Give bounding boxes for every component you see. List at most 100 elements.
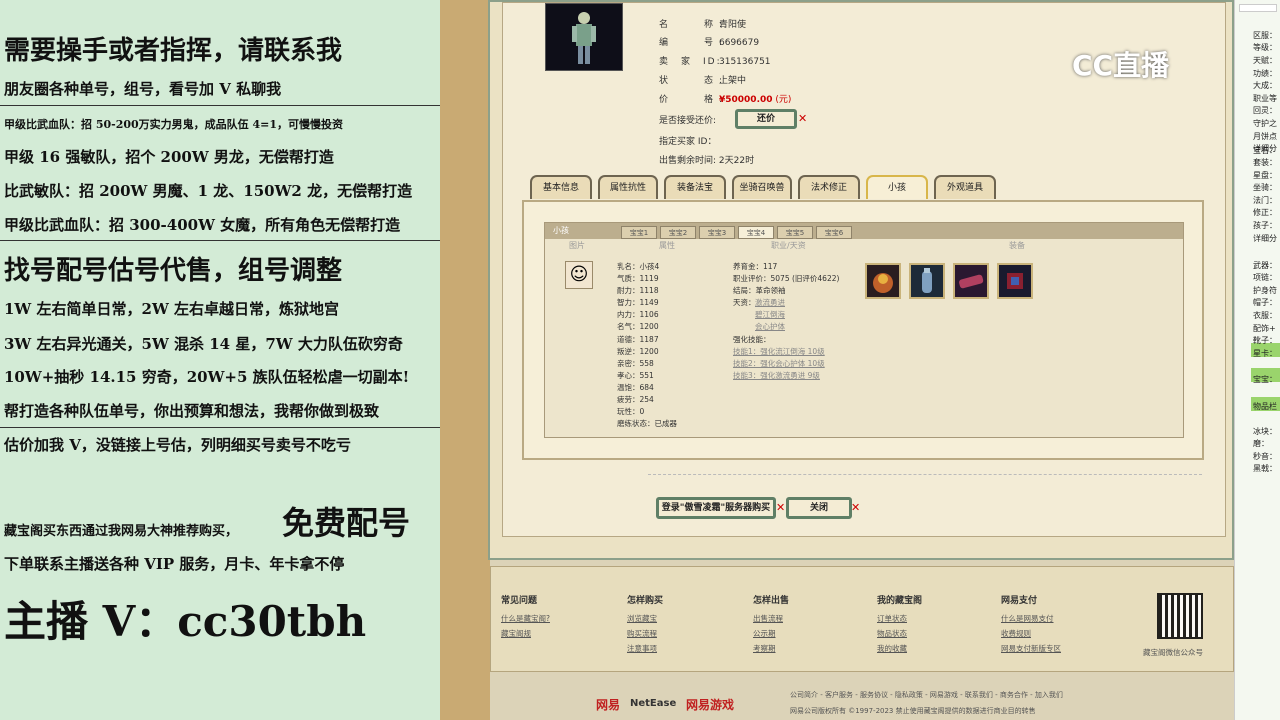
- notes-label: 配饰+: [1253, 324, 1276, 333]
- notes-label: 大成：: [1253, 81, 1277, 90]
- footer-link[interactable]: 浏览藏宝: [627, 613, 657, 624]
- equipment-slot-2[interactable]: [909, 263, 945, 299]
- overlay-line: 需要操手或者指挥，请联系我: [4, 36, 343, 66]
- job-score: 职业评价：5075 (旧评价4622): [733, 274, 840, 283]
- tab-baby-6[interactable]: 宝宝6: [816, 226, 852, 239]
- notes-label: 回灵：: [1253, 106, 1277, 115]
- notes-label: 物品栏: [1253, 402, 1277, 411]
- netease-text: NetEase: [630, 698, 677, 709]
- footer-link[interactable]: 出售流程: [753, 613, 783, 624]
- close-button[interactable]: 关闭: [786, 497, 852, 519]
- notes-label: 套装：: [1253, 158, 1277, 167]
- overlay-line: 比武敏队：招 200W 男魔、1 龙、150W2 龙，无偿帮打造: [4, 182, 413, 200]
- notes-label: 月饼点: [1253, 132, 1277, 141]
- notes-panel: 区服： 等级： 天赋： 功绩： 大成： 职业等 回灵： 守护之 月饼点 详细分 宝石： 套装： 星盘： 坐…: [1234, 0, 1280, 720]
- site-footer: 常见问题 什么是藏宝阁? 藏宝阁规 怎样购买 浏览藏宝 购买流程 注意事项 怎样…: [490, 566, 1234, 672]
- tab-baby-2[interactable]: 宝宝2: [660, 226, 696, 239]
- stat-line: 乳名：小孩4: [617, 262, 660, 271]
- equipment-slot-1[interactable]: [865, 263, 901, 299]
- bargain-label: 是否接受还价:: [659, 116, 717, 126]
- price-label: 价 格:: [659, 95, 729, 105]
- tab-baby-4[interactable]: 宝宝4: [738, 226, 774, 239]
- footer-link[interactable]: 什么是网易支付: [1001, 613, 1054, 624]
- notes-label: 等级：: [1253, 43, 1277, 52]
- login-buy-button[interactable]: 登录"傲雪凌霜"服务器购买: [656, 497, 776, 519]
- overlay-line: 1W 左右简单日常，2W 左右卓越日常，炼狱地宫: [4, 300, 340, 318]
- character-portrait: [545, 3, 623, 71]
- footer-link[interactable]: 订单状态: [877, 613, 907, 624]
- footer-link[interactable]: 物品状态: [877, 628, 907, 639]
- notes-label: 帽子：: [1253, 298, 1277, 307]
- close-icon: ✕: [776, 501, 786, 514]
- skill-link[interactable]: 技能2：强化会心护体 10级: [733, 358, 825, 369]
- notes-label: 区服：: [1253, 31, 1277, 40]
- stat-line: 道德：1187: [617, 335, 659, 344]
- footer-link[interactable]: 我的收藏: [877, 643, 907, 654]
- overlay-line: 3W 左右异光通关，5W 混杀 14 星，7W 大力队伍砍穷奇: [4, 335, 403, 353]
- footer-link[interactable]: 购买流程: [627, 628, 657, 639]
- footer-link[interactable]: 藏宝阁规: [501, 628, 531, 639]
- footer-link[interactable]: 什么是藏宝阁?: [501, 613, 550, 624]
- footer-heading: 怎样购买: [627, 596, 664, 606]
- skill-link[interactable]: 技能3：强化激流勇进 9级: [733, 370, 820, 381]
- talent-link[interactable]: 会心护体: [755, 321, 785, 332]
- equipment-slot-4[interactable]: [997, 263, 1033, 299]
- footer-link[interactable]: 公示期: [753, 628, 776, 639]
- overlay-line: 甲级 16 强敏队，招个 200W 男龙，无偿帮打造: [4, 148, 334, 166]
- notes-label: 功绩：: [1253, 69, 1277, 78]
- tab-baby-1[interactable]: 宝宝1: [621, 226, 657, 239]
- notes-label: 黑戟：: [1253, 464, 1277, 473]
- stat-line: 磨练状态：已成器: [617, 419, 677, 428]
- stat-line: 名气：1200: [617, 322, 659, 331]
- notes-label: 衣服：: [1253, 311, 1277, 320]
- stat-line: 玩性：0: [617, 407, 645, 416]
- close-icon: ✕: [851, 501, 861, 514]
- tab-baby-5[interactable]: 宝宝5: [777, 226, 813, 239]
- top-bar: [1239, 4, 1277, 12]
- stat-line: 气质：1119: [617, 274, 659, 283]
- footer-heading: 怎样出售: [753, 596, 790, 606]
- footer-links[interactable]: 公司简介 - 客户服务 - 服务协议 - 隐私政策 - 网易游戏 - 联系我们 …: [790, 690, 1063, 700]
- raise-money: 养育金：117: [733, 262, 778, 271]
- notes-label: 修正：: [1253, 208, 1277, 217]
- child-avatar: ☺: [565, 261, 593, 289]
- tab-appearance[interactable]: 外观道具: [934, 175, 996, 199]
- page-background: [440, 0, 490, 720]
- skill-label: 强化技能：: [733, 335, 771, 344]
- tab-basic-info[interactable]: 基本信息: [530, 175, 592, 199]
- skill-link[interactable]: 技能1：强化流江倒海 10级: [733, 346, 825, 357]
- qr-code: [1157, 593, 1203, 639]
- notes-label: 项链：: [1253, 273, 1277, 282]
- tab-attributes[interactable]: 属性抗性: [598, 175, 658, 199]
- seller-label: 卖 家 ID:: [659, 57, 722, 67]
- footer-heading: 网易支付: [1001, 596, 1038, 606]
- bargain-button[interactable]: 还价: [735, 109, 797, 129]
- equipment-slot-3[interactable]: [953, 263, 989, 299]
- footer-heading: 常见问题: [501, 596, 538, 606]
- footer-link[interactable]: 考察期: [753, 643, 776, 654]
- footer-link[interactable]: 网易支付新版专区: [1001, 643, 1061, 654]
- overlay-line: 朋友圈各种单号，组号，看号加 V 私聊我: [4, 80, 282, 98]
- notes-label: 宝石：: [1253, 146, 1277, 155]
- divider: [648, 474, 1202, 475]
- seller-id: 315136751: [719, 57, 771, 67]
- footer-link[interactable]: 注意事项: [627, 643, 657, 654]
- overlay-line: 免费配号: [282, 504, 411, 542]
- overlay-line: 下单联系主播送各种 VIP 服务，月卡、年卡拿不停: [4, 555, 345, 573]
- notes-label: 孩子：: [1253, 221, 1277, 230]
- tab-spell-correction[interactable]: 法术修正: [798, 175, 860, 199]
- qr-caption: 藏宝阁微信公众号: [1143, 648, 1203, 657]
- stat-line: 内力：1106: [617, 310, 659, 319]
- stat-line: 孝心：551: [617, 371, 654, 380]
- item-id: 6696679: [719, 38, 760, 48]
- tab-baby-3[interactable]: 宝宝3: [699, 226, 735, 239]
- tab-mounts-pets[interactable]: 坐骑召唤兽: [732, 175, 792, 199]
- talent-link[interactable]: 激流勇进: [755, 297, 785, 308]
- talent-link[interactable]: 碧江倒海: [755, 309, 785, 320]
- tab-children[interactable]: 小孩: [866, 175, 928, 199]
- tab-equipment[interactable]: 装备法宝: [664, 175, 726, 199]
- buyer-label: 指定买家 ID：: [659, 137, 717, 147]
- stat-line: 温饱：684: [617, 383, 654, 392]
- footer-link[interactable]: 收费规则: [1001, 628, 1031, 639]
- streamer-overlay: 需要操手或者指挥，请联系我 朋友圈各种单号，组号，看号加 V 私聊我 甲级比武血…: [0, 0, 440, 720]
